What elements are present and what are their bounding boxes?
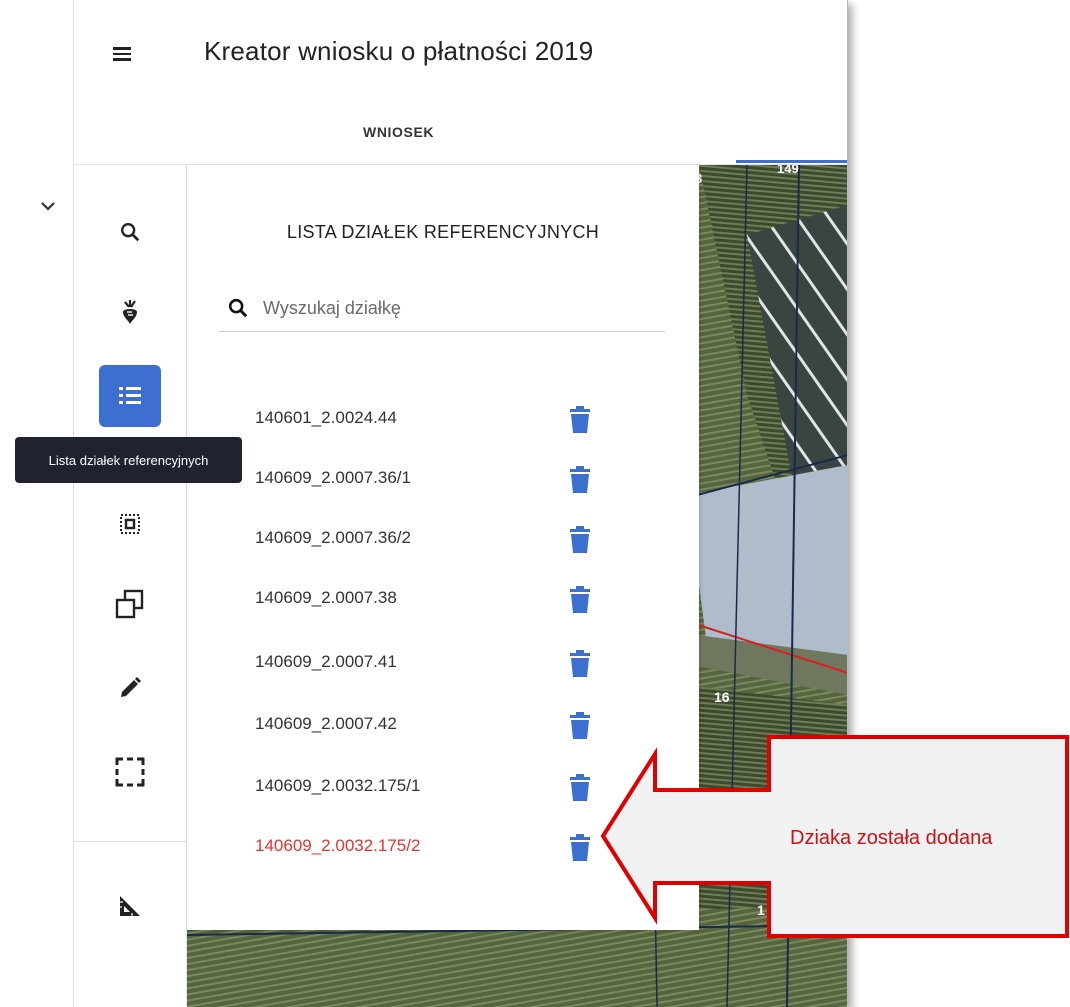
parcel-label: 140609_2.0007.36/2: [255, 528, 411, 547]
list-item[interactable]: 140609_2.0007.36/2: [255, 520, 615, 560]
edit-tool[interactable]: [99, 657, 161, 719]
tab-wniosek[interactable]: WNIOSEK: [363, 124, 434, 140]
map-label: 16: [714, 689, 730, 705]
trash-icon[interactable]: [567, 526, 593, 554]
rail-divider: [74, 841, 187, 842]
trash-icon[interactable]: [567, 466, 593, 494]
callout-text: Dziaka została dodana: [790, 827, 993, 849]
pencil-icon: [121, 677, 141, 697]
list-item[interactable]: 140601_2.0024.44: [255, 400, 615, 440]
map-label: 149: [777, 165, 799, 176]
parcel-list-tool[interactable]: [99, 365, 161, 427]
copy-icon: [115, 589, 144, 619]
list-item[interactable]: 140609_2.0032.175/1: [255, 768, 615, 808]
trash-icon[interactable]: [567, 406, 593, 434]
bounding-box-icon: [115, 757, 145, 787]
left-gutter: [0, 0, 74, 1007]
copy-tool[interactable]: [99, 573, 161, 635]
search-tool[interactable]: [99, 201, 161, 263]
search-input[interactable]: [263, 293, 653, 323]
parcel-label: 140609_2.0007.41: [255, 652, 397, 671]
parcel-label: 140601_2.0024.44: [255, 408, 397, 427]
measure-tool[interactable]: [99, 875, 161, 937]
ruler-triangle-icon: [120, 896, 140, 916]
trash-icon[interactable]: [567, 650, 593, 678]
page-title: Kreator wniosku o płatności 2019: [204, 36, 594, 66]
search-field[interactable]: [219, 285, 665, 332]
list-item[interactable]: 140609_2.0007.36/1: [255, 460, 615, 500]
search-icon: [121, 223, 140, 242]
trash-icon[interactable]: [567, 834, 593, 862]
trash-icon[interactable]: [567, 586, 593, 614]
hamburger-menu-icon[interactable]: [110, 44, 134, 68]
parcel-label: 140609_2.0032.175/1: [255, 776, 421, 795]
tool-rail: [74, 165, 187, 1007]
panel-title: LISTA DZIAŁEK REFERENCYJNYCH: [286, 222, 600, 242]
parcel-label: 140609_2.0007.38: [255, 588, 397, 607]
trash-icon[interactable]: [567, 774, 593, 802]
chevron-down-icon[interactable]: [38, 196, 58, 216]
parcel-label: 140609_2.0007.42: [255, 714, 397, 733]
tooltip: Lista działek referencyjnych: [15, 437, 242, 483]
app-header: Kreator wniosku o płatności 2019 WNIOSEK: [74, 0, 847, 165]
trash-icon[interactable]: [567, 712, 593, 740]
list-icon: [119, 387, 141, 404]
crops-tool[interactable]: [99, 281, 161, 343]
beet-icon: [123, 300, 137, 324]
list-item[interactable]: 140609_2.0032.175/2: [255, 828, 615, 868]
select-area-tool[interactable]: [99, 493, 161, 555]
bounding-box-tool[interactable]: [99, 741, 161, 803]
list-item[interactable]: 140609_2.0007.41: [255, 644, 615, 684]
list-item[interactable]: 140609_2.0007.42: [255, 706, 615, 746]
tab-indicator: [736, 160, 847, 163]
parcel-label: 140609_2.0007.36/1: [255, 468, 411, 487]
parcel-label-added: 140609_2.0032.175/2: [255, 836, 421, 855]
list-item[interactable]: 140609_2.0007.38: [255, 580, 615, 620]
search-icon: [228, 298, 248, 318]
select-area-icon: [120, 514, 140, 534]
